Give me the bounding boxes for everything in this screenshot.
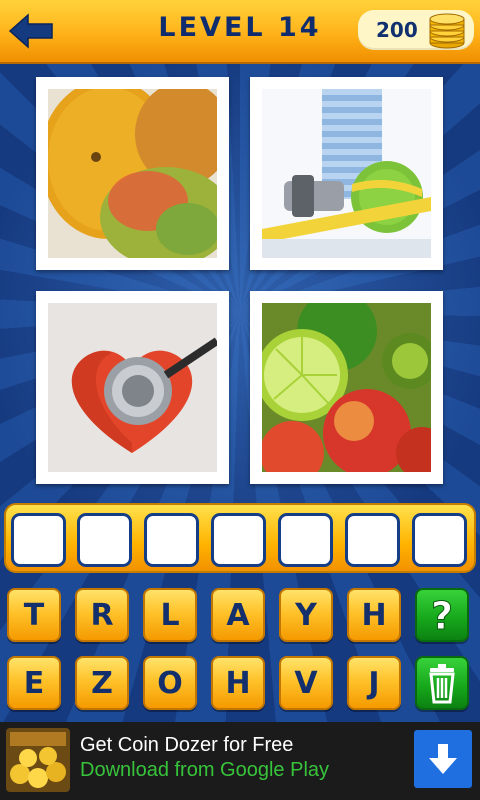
ad-title[interactable]: Get Coin Dozer for Free bbox=[80, 734, 293, 757]
answer-slot[interactable] bbox=[77, 513, 132, 567]
heart-stethoscope-picture bbox=[48, 303, 217, 472]
clue-image-fruits[interactable] bbox=[250, 291, 443, 484]
answer-slot[interactable] bbox=[144, 513, 199, 567]
hint-button[interactable]: ? bbox=[415, 588, 469, 642]
clue-image-melon-mango[interactable] bbox=[36, 77, 229, 270]
letter-key[interactable]: V bbox=[279, 656, 333, 710]
letter-key[interactable]: J bbox=[347, 656, 401, 710]
answer-bar bbox=[4, 503, 476, 573]
letter-key[interactable]: E bbox=[7, 656, 61, 710]
answer-slot[interactable] bbox=[412, 513, 467, 567]
svg-text:?: ? bbox=[431, 594, 453, 638]
letter-key[interactable]: O bbox=[143, 656, 197, 710]
water-apple-picture bbox=[262, 89, 431, 258]
letter-key[interactable]: L bbox=[143, 588, 197, 642]
coin-count: 200 bbox=[376, 18, 418, 42]
letter-key[interactable]: H bbox=[211, 656, 265, 710]
coin-stack-icon bbox=[429, 13, 465, 49]
ad-download-button[interactable] bbox=[414, 730, 472, 788]
letter-key[interactable]: Z bbox=[75, 656, 129, 710]
clue-image-heart-stethoscope[interactable] bbox=[36, 291, 229, 484]
coin-dozer-app-icon bbox=[6, 728, 70, 792]
ad-banner[interactable]: Get Coin Dozer for Free Download from Go… bbox=[0, 722, 480, 800]
download-arrow-icon bbox=[429, 744, 457, 774]
answer-slot[interactable] bbox=[278, 513, 333, 567]
melon-mango-picture bbox=[48, 89, 217, 258]
fruits-picture bbox=[262, 303, 431, 472]
answer-slot[interactable] bbox=[11, 513, 66, 567]
question-mark-icon: ? bbox=[430, 594, 453, 639]
letter-key[interactable]: R bbox=[75, 588, 129, 642]
letter-key[interactable]: T bbox=[7, 588, 61, 642]
clue-image-water-apple-dumbbell[interactable] bbox=[250, 77, 443, 270]
top-bar: LEVEL 14 200 bbox=[0, 0, 480, 64]
ad-subtitle[interactable]: Download from Google Play bbox=[80, 759, 329, 782]
trash-icon bbox=[429, 664, 455, 704]
answer-slot[interactable] bbox=[345, 513, 400, 567]
answer-slot[interactable] bbox=[211, 513, 266, 567]
letter-key[interactable]: A bbox=[211, 588, 265, 642]
letter-key[interactable]: H bbox=[347, 588, 401, 642]
letter-key[interactable]: Y bbox=[279, 588, 333, 642]
coin-counter[interactable]: 200 bbox=[358, 10, 474, 50]
delete-button[interactable] bbox=[415, 656, 469, 710]
